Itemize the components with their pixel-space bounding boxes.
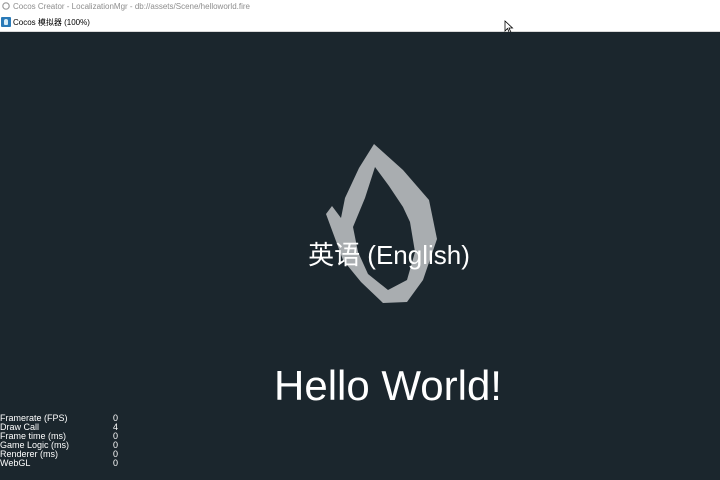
cocos-simulator-icon: [1, 17, 11, 27]
stats-panel: Framerate (FPS) 0 Draw Call 4 Frame time…: [0, 414, 130, 468]
stat-row-webgl: WebGL 0: [0, 459, 130, 468]
simulator-title-bar[interactable]: Cocos 模拟器 (100%): [0, 13, 720, 32]
simulator-title: Cocos 模拟器 (100%): [13, 18, 90, 27]
cocos-creator-icon: [2, 2, 10, 10]
language-label: 英语 (English): [308, 240, 470, 270]
editor-title: Cocos Creator - LocalizationMgr - db://a…: [13, 2, 250, 11]
hello-world-label: Hello World!: [274, 362, 502, 409]
stat-value: 0: [113, 458, 119, 468]
screen: Cocos Creator - LocalizationMgr - db://a…: [0, 0, 720, 480]
stat-label: WebGL: [0, 458, 31, 468]
editor-title-bar[interactable]: Cocos Creator - LocalizationMgr - db://a…: [0, 0, 720, 13]
cocos-logo-icon: [326, 144, 437, 303]
